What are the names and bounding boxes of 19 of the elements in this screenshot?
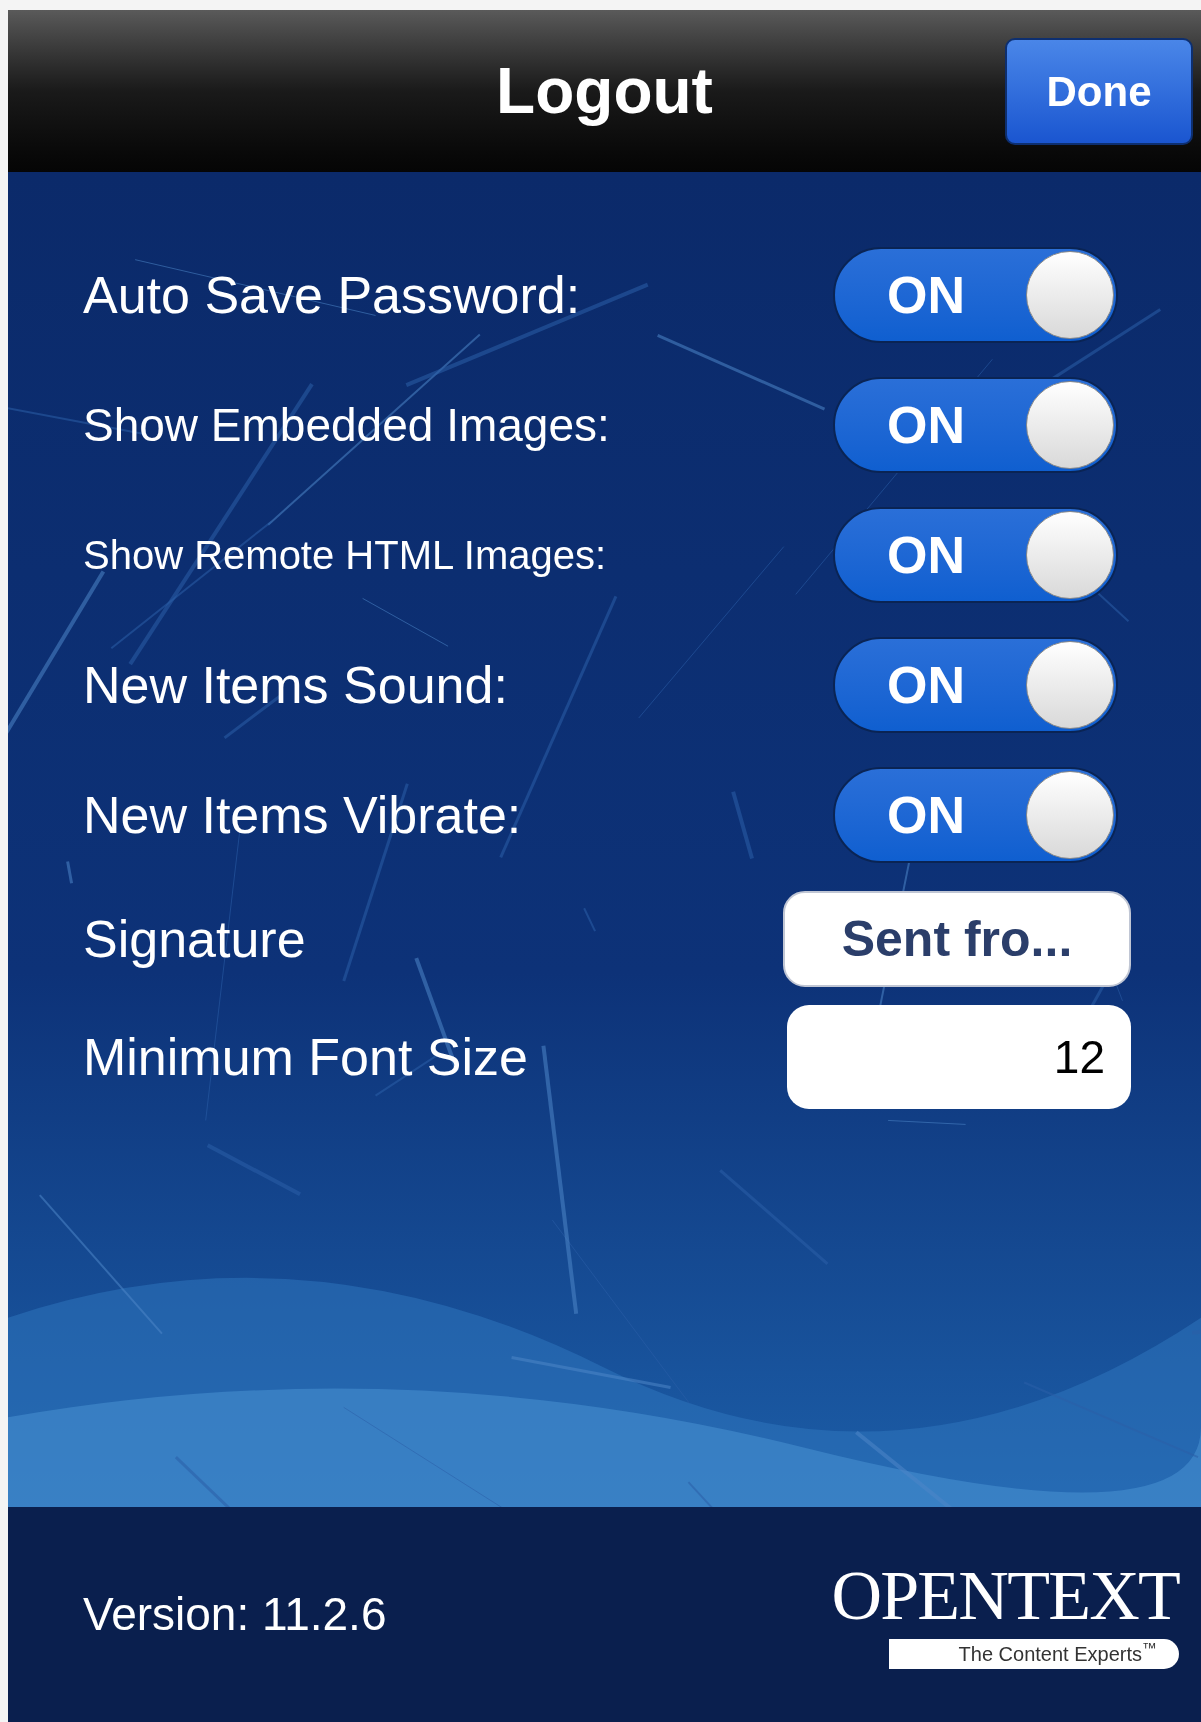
done-button[interactable]: Done <box>1005 38 1193 145</box>
setting-label: New Items Sound: <box>83 655 508 716</box>
setting-label: Signature <box>83 909 306 970</box>
version-text: Version: 11.2.6 <box>83 1587 387 1642</box>
setting-label: Minimum Font Size <box>83 1027 528 1088</box>
toggle-switch[interactable]: ON <box>833 767 1118 863</box>
toggle-switch[interactable]: ON <box>833 247 1118 343</box>
setting-label: Show Remote HTML Images: <box>83 532 607 579</box>
window-title: Logout <box>496 54 713 129</box>
signature-button[interactable]: Sent fro... <box>783 891 1131 987</box>
setting-label: New Items Vibrate: <box>83 785 522 846</box>
toggle-switch[interactable]: ON <box>833 507 1118 603</box>
font-size-field[interactable]: 12 <box>787 1005 1131 1109</box>
logo-wordmark: OPENTEXT <box>831 1560 1179 1631</box>
toggle-switch[interactable]: ON <box>833 377 1118 473</box>
setting-label: Show Embedded Images: <box>83 397 610 453</box>
logo-tagline: The Content Experts$^{™}$ <box>889 1638 1179 1669</box>
setting-label: Auto Save Password: <box>83 265 581 326</box>
toggle-switch[interactable]: ON <box>833 637 1118 733</box>
